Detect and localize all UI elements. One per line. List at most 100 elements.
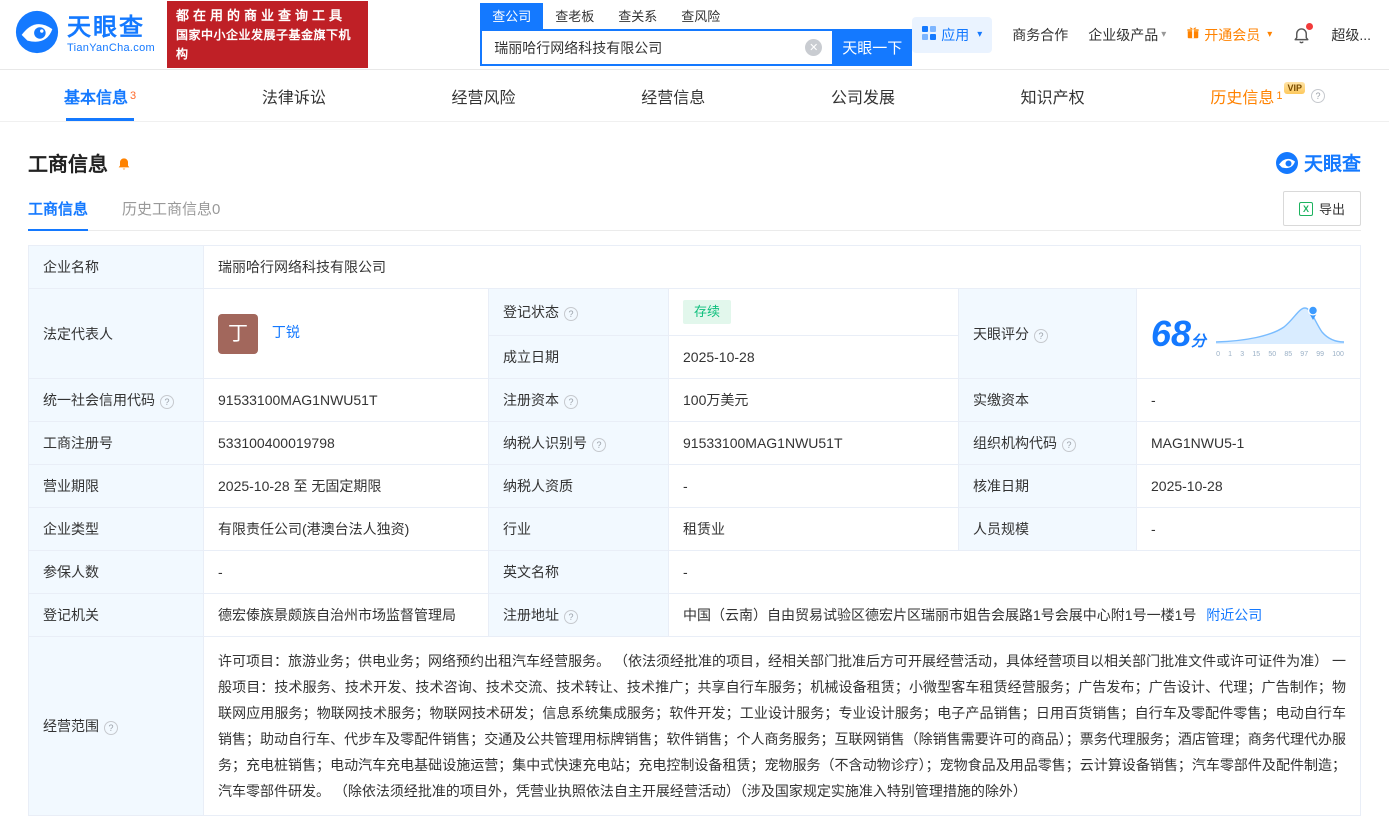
notification-bell[interactable]	[1292, 23, 1314, 44]
field-label: 人员规模	[958, 507, 1137, 551]
chevron-down-icon: ▾	[1267, 29, 1273, 40]
tab-basic-count: 3	[130, 89, 137, 102]
reg-number-value: 533100400019798	[203, 421, 489, 465]
field-label: 登记状态?	[488, 288, 669, 336]
excel-icon: X	[1298, 201, 1313, 216]
field-label: 登记机关	[28, 593, 204, 637]
vip-badge: VIP	[1284, 81, 1305, 94]
staff-size-value: -	[1136, 507, 1361, 551]
row-business-term: 营业期限 2025-10-28 至 无固定期限 纳税人资质 - 核准日期 202…	[28, 464, 1361, 508]
chevron-down-icon: ▾	[977, 29, 983, 40]
field-label: 成立日期	[488, 335, 669, 379]
reg-authority-value: 德宏傣族景颇族自治州市场监督管理局	[203, 593, 489, 637]
row-business-scope: 经营范围? 许可项目：旅游业务；供电业务；网络预约出租汽车经营服务。 （依法须经…	[28, 636, 1361, 816]
export-button[interactable]: X 导出	[1282, 191, 1361, 226]
search-button[interactable]: 天眼一下	[832, 29, 913, 66]
tab-basic-info[interactable]: 基本信息 3	[64, 70, 136, 121]
help-icon[interactable]: ?	[1062, 438, 1076, 452]
score-value: 68	[1151, 312, 1192, 354]
open-membership-label: 开通会员	[1204, 26, 1261, 43]
tianyancha-eye-icon	[1275, 151, 1298, 174]
company-name-value: 瑞丽哈行网络科技有限公司	[203, 245, 1361, 289]
credit-code-value: 91533100MAG1NWU51T	[203, 378, 489, 422]
business-info-table: 企业名称 瑞丽哈行网络科技有限公司 法定代表人 丁 丁锐 登记状态? 存续 天眼…	[28, 245, 1361, 816]
field-label: 核准日期	[958, 464, 1137, 508]
help-icon[interactable]: ?	[1034, 328, 1048, 343]
field-label: 纳税人识别号?	[488, 421, 669, 465]
enterprise-product-menu[interactable]: 企业级产品 ▾	[1088, 25, 1166, 45]
watermark-logo: 天眼查	[1275, 149, 1361, 176]
english-name-value: -	[668, 550, 1361, 594]
slogan-line1: 都在用的商业查询工具	[175, 7, 346, 23]
search-input[interactable]	[480, 29, 833, 66]
field-label: 企业类型	[28, 507, 204, 551]
tab-legal-proceedings[interactable]: 法律诉讼	[262, 70, 326, 121]
section-head: 工商信息 天眼查	[28, 148, 1361, 177]
search-tabs: 查公司 查老板 查关系 查风险	[480, 3, 912, 29]
reg-address-cell: 中国（云南）自由贸易试验区德宏片区瑞丽市姐告会展路1号会展中心附1号一楼1号 附…	[668, 593, 1361, 637]
field-label: 统一社会信用代码?	[28, 378, 204, 422]
field-label: 注册资本?	[488, 378, 669, 422]
search-tab-relation[interactable]: 查关系	[606, 3, 669, 29]
row-legal-rep: 法定代表人 丁 丁锐 登记状态? 存续 天眼评分? 68分 0 1 3 15 50 85 9	[28, 288, 1361, 379]
taxpayer-id-value: 91533100MAG1NWU51T	[668, 421, 959, 465]
search-tab-company[interactable]: 查公司	[480, 3, 544, 29]
legal-rep-name-link[interactable]: 丁锐	[272, 324, 300, 340]
establish-date-value: 2025-10-28	[668, 335, 959, 379]
help-icon[interactable]: ?	[564, 610, 578, 624]
field-label: 组织机构代码?	[958, 421, 1137, 465]
monitor-bell-icon[interactable]	[116, 155, 132, 171]
legal-rep-avatar[interactable]: 丁	[218, 313, 258, 354]
subtab-history-business-info[interactable]: 历史工商信息0	[122, 187, 220, 230]
watermark-logo-text: 天眼查	[1303, 154, 1361, 175]
subtab-bar: 工商信息 历史工商信息0 X 导出	[28, 187, 1361, 231]
help-icon[interactable]: ?	[564, 395, 578, 409]
field-label: 英文名称	[488, 550, 669, 594]
reg-status-cell: 存续	[668, 288, 959, 336]
field-label: 工商注册号	[28, 421, 204, 465]
field-label: 参保人数	[28, 550, 204, 594]
industry-value: 租赁业	[668, 507, 959, 551]
taxpayer-quality-value: -	[668, 464, 959, 508]
score-unit: 分	[1191, 332, 1207, 350]
help-icon[interactable]: ?	[1311, 88, 1325, 103]
tab-operating-info[interactable]: 经营信息	[641, 70, 705, 121]
business-term-value: 2025-10-28 至 无固定期限	[203, 464, 489, 508]
row-credit-code: 统一社会信用代码? 91533100MAG1NWU51T 注册资本? 100万美…	[28, 378, 1361, 422]
tab-intellectual-property[interactable]: 知识产权	[1021, 70, 1085, 121]
search-tab-risk[interactable]: 查风险	[669, 3, 732, 29]
row-reg-number: 工商注册号 533100400019798 纳税人识别号? 91533100MA…	[28, 421, 1361, 465]
reg-address-value: 中国（云南）自由贸易试验区德宏片区瑞丽市姐告会展路1号会展中心附1号一楼1号	[683, 607, 1197, 623]
nearby-companies-link[interactable]: 附近公司	[1206, 607, 1262, 623]
search-tab-boss[interactable]: 查老板	[543, 3, 606, 29]
tab-history-info[interactable]: 历史信息 1 VIP ?	[1210, 70, 1325, 121]
tianyancha-logo[interactable]: 天眼查 TianYanCha.com	[14, 9, 155, 60]
field-label: 纳税人资质	[488, 464, 669, 508]
open-membership-menu[interactable]: 开通会员 ▾	[1186, 25, 1272, 45]
help-icon[interactable]: ?	[564, 307, 578, 321]
paid-capital-value: -	[1136, 378, 1361, 422]
help-icon[interactable]: ?	[160, 395, 174, 409]
business-scope-value: 许可项目：旅游业务；供电业务；网络预约出租汽车经营服务。 （依法须经批准的项目，…	[203, 636, 1361, 816]
field-label: 企业名称	[28, 245, 204, 289]
help-icon[interactable]: ?	[592, 438, 606, 452]
field-label: 实缴资本	[958, 378, 1137, 422]
page-title: 工商信息	[28, 154, 108, 176]
brand-domain: TianYanCha.com	[67, 41, 155, 54]
apps-menu[interactable]: 应用 ▾	[912, 16, 993, 53]
score-distribution-chart: 0 1 3 15 50 85 97 99 100	[1216, 302, 1345, 365]
tab-operating-risk[interactable]: 经营风险	[452, 70, 516, 121]
tab-company-development[interactable]: 公司发展	[831, 70, 895, 121]
super-vip-link[interactable]: 超级...	[1331, 25, 1371, 45]
help-icon[interactable]: ?	[104, 721, 118, 735]
field-label: 行业	[488, 507, 669, 551]
brand-name: 天眼查	[67, 14, 145, 42]
row-insured-count: 参保人数 - 英文名称 -	[28, 550, 1361, 594]
score-cell: 68分 0 1 3 15 50 85 97 99 100	[1136, 288, 1361, 379]
export-label: 导出	[1318, 202, 1345, 217]
subtab-business-info[interactable]: 工商信息	[28, 187, 89, 231]
row-company-name: 企业名称 瑞丽哈行网络科技有限公司	[28, 245, 1361, 289]
org-code-value: MAG1NWU5-1	[1136, 421, 1361, 465]
field-label: 天眼评分?	[958, 288, 1137, 379]
business-cooperation-link[interactable]: 商务合作	[1012, 25, 1068, 45]
